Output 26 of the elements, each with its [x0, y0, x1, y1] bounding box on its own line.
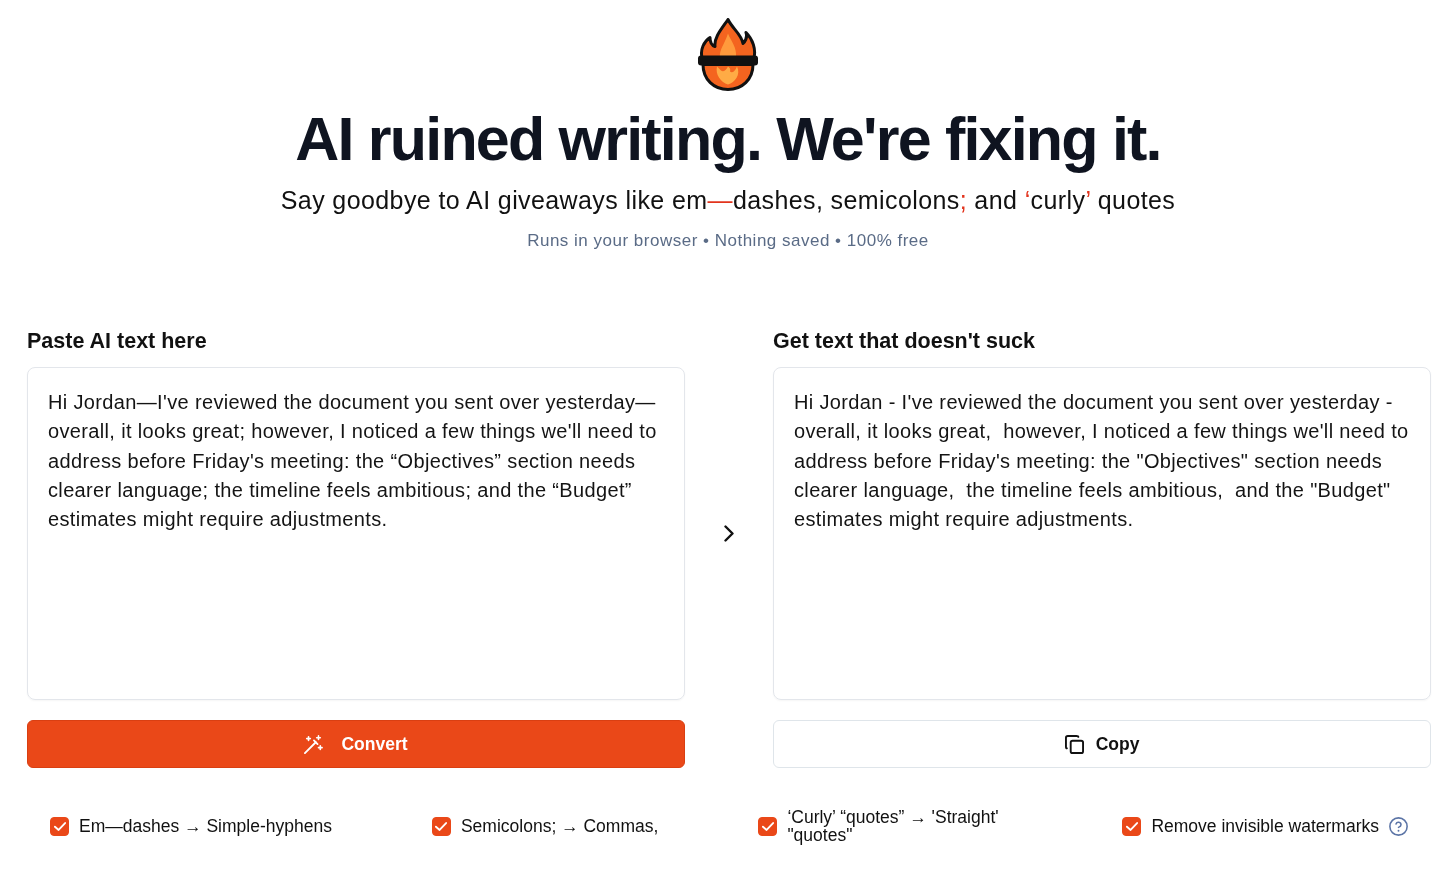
input-field[interactable]: Hi Jordan—I've reviewed the document you sent over yesterday—overall, it looks great; however, I noticed a few things we'll need to address before Friday's meeting: the “Objectives” section needs clearer language; the timeline feels ambitious; and the “Budget” estimates might require adjustments.: [27, 367, 685, 700]
option-label: Semicolons; → Commas,: [460, 817, 659, 835]
panel-label: Get text that doesn't suck: [773, 328, 1036, 354]
check-icon: [435, 821, 448, 831]
convert-button[interactable]: Convert: [27, 720, 685, 768]
checkbox[interactable]: [431, 816, 451, 836]
check-icon: [1125, 821, 1138, 831]
copy-button[interactable]: Copy: [773, 720, 1431, 768]
checkbox[interactable]: [758, 816, 778, 836]
panel-label: Paste AI text here: [27, 328, 208, 354]
checkbox[interactable]: [1122, 816, 1142, 836]
option-label: Remove invisible watermarks: [1151, 817, 1379, 835]
wand-icon: [304, 734, 324, 754]
tagline: Runs in your browser • Nothing saved • 100% free: [527, 231, 929, 251]
headline: AI ruined writing. We're fixing it.: [295, 105, 1161, 173]
check-icon: [761, 821, 774, 831]
checkbox[interactable]: [50, 816, 69, 836]
check-icon: [53, 821, 66, 831]
chevron-right-icon: [724, 525, 734, 542]
option-label: ‘Curly’ “quotes” → 'Straight' "quotes": [787, 808, 1000, 844]
subtitle: Say goodbye to AI giveaways like em—dashes, semicolons; and ‘curly’ quotes: [280, 185, 1176, 215]
copy-icon: [1064, 734, 1084, 754]
fire-logo-icon: [697, 18, 759, 91]
output-field: Hi Jordan - I've reviewed the document you sent over yesterday - overall, it looks great, however, I noticed a few things we'll need to address before Friday's meeting: the "Objectives" section needs clearer language, the timeline feels ambitious, and the "Budget" estimates might require adjustments.: [773, 367, 1431, 700]
help-icon[interactable]: [1389, 816, 1408, 836]
option-label: Em—dashes → Simple-hyphens: [79, 817, 332, 835]
